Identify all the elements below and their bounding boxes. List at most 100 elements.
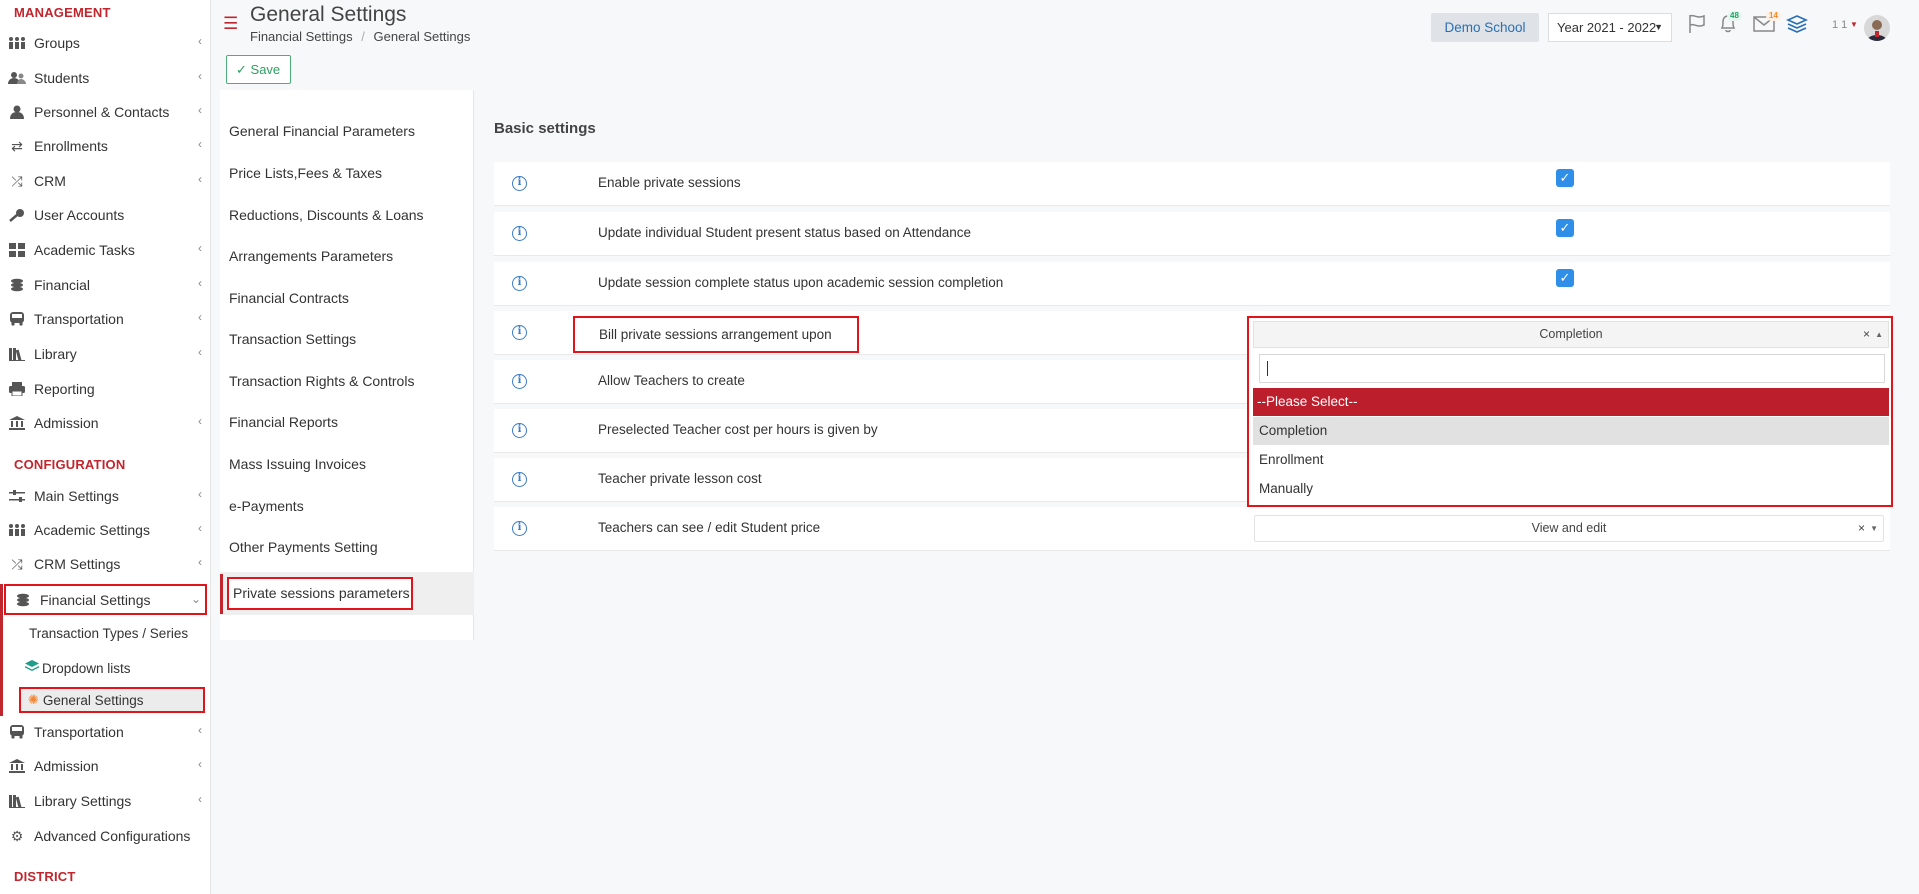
sidebar-subitem-general-settings[interactable]: ✺ General Settings <box>19 687 205 713</box>
bill-arrangement-select-highlight: Completion × ▲ --Please Select-- Complet… <box>1247 316 1893 507</box>
flag-icon[interactable] <box>1687 14 1707 37</box>
chevron-down-icon: ⌄ <box>190 592 201 606</box>
chevron-left-icon: ‹ <box>198 310 202 324</box>
info-icon[interactable]: i <box>512 325 527 340</box>
settings-menu-item[interactable]: Reductions, Discounts & Loans <box>229 207 424 223</box>
dropdown-option-completion[interactable]: Completion <box>1253 417 1889 445</box>
personnel-icon <box>8 104 26 120</box>
layers-add-icon[interactable] <box>1785 14 1809 37</box>
layers-icon <box>25 660 39 676</box>
sidebar-item-label: Reporting <box>34 381 95 397</box>
sidebar-item-admission-config[interactable]: Admission ‹ <box>0 751 210 781</box>
sidebar-item-financial-settings[interactable]: Financial Settings ⌄ <box>4 584 207 615</box>
info-icon[interactable]: i <box>512 521 527 536</box>
sidebar-item-groups[interactable]: Groups ‹ <box>0 28 210 58</box>
chevron-left-icon: ‹ <box>198 34 202 48</box>
sidebar-item-label: Advanced Configurations <box>34 828 191 844</box>
setting-label: Allow Teachers to create <box>598 373 745 388</box>
dropdown-option-manually[interactable]: Manually <box>1253 475 1889 503</box>
sidebar-item-admission[interactable]: Admission ‹ <box>0 408 210 438</box>
sidebar-item-transportation[interactable]: Transportation ‹ <box>0 304 210 334</box>
bill-arrangement-select[interactable]: Completion × ▲ <box>1253 321 1889 348</box>
coins-icon <box>8 277 26 293</box>
select-value: Completion <box>1539 327 1603 341</box>
sidebar-item-students[interactable]: Students ‹ <box>0 63 210 93</box>
sidebar-item-user-accounts[interactable]: User Accounts <box>0 200 210 230</box>
school-selector[interactable]: Demo School <box>1431 13 1539 42</box>
settings-menu-item[interactable]: Arrangements Parameters <box>229 248 393 264</box>
sidebar-item-label: Enrollments <box>34 138 108 154</box>
setting-label: Update individual Student present status… <box>598 225 972 240</box>
setting-row-enable-private-sessions: i Enable private sessions ✓ <box>494 162 1890 206</box>
breadcrumb-item: General Settings <box>373 29 471 44</box>
settings-menu-item[interactable]: Transaction Settings <box>229 331 356 347</box>
hamburger-menu-icon[interactable]: ☰ <box>223 14 238 34</box>
sliders-icon <box>8 488 26 504</box>
teacher-student-price-select[interactable]: View and edit × ▼ <box>1254 515 1884 542</box>
bill-private-sessions-label: Bill private sessions arrangement upon <box>573 316 859 353</box>
update-complete-status-checkbox[interactable]: ✓ <box>1556 269 1574 287</box>
info-icon[interactable]: i <box>512 276 527 291</box>
chevron-left-icon: ‹ <box>198 69 202 83</box>
sidebar-item-label: Admission <box>34 415 99 431</box>
avatar[interactable] <box>1864 15 1890 41</box>
sidebar-item-label: Library <box>34 346 77 362</box>
info-icon[interactable]: i <box>512 226 527 241</box>
sidebar-item-academic-settings[interactable]: Academic Settings ‹ <box>0 515 210 545</box>
settings-menu-item[interactable]: Financial Reports <box>229 414 338 430</box>
settings-menu-item[interactable]: Price Lists,Fees & Taxes <box>229 165 382 181</box>
info-icon[interactable]: i <box>512 176 527 191</box>
sidebar-item-advanced-configurations[interactable]: ⚙ Advanced Configurations <box>0 821 210 851</box>
clear-icon[interactable]: × <box>1863 322 1870 347</box>
enable-private-sessions-checkbox[interactable]: ✓ <box>1556 169 1574 187</box>
setting-label: Enable private sessions <box>598 175 741 190</box>
settings-menu-item[interactable]: Other Payments Setting <box>229 539 378 555</box>
sidebar-item-crm[interactable]: ⤮ CRM ‹ <box>0 166 210 196</box>
settings-menu-item[interactable]: Financial Contracts <box>229 290 349 306</box>
sidebar-item-financial[interactable]: Financial ‹ <box>0 270 210 300</box>
settings-menu-item[interactable]: General Financial Parameters <box>229 123 415 139</box>
sidebar-item-personnel[interactable]: Personnel & Contacts ‹ <box>0 97 210 127</box>
settings-menu-item[interactable]: Transaction Rights & Controls <box>229 373 414 389</box>
dropdown-search-input[interactable] <box>1259 354 1885 383</box>
save-button[interactable]: ✓ Save <box>226 55 291 84</box>
year-dropdown[interactable]: Year 2021 - 2022 ▼ <box>1548 13 1672 42</box>
clear-icon[interactable]: × <box>1858 516 1865 541</box>
gear-icon: ✺ <box>28 692 39 707</box>
sidebar-item-crm-settings[interactable]: ⤮ CRM Settings ‹ <box>0 549 210 579</box>
sidebar-item-label: Academic Settings <box>34 522 150 538</box>
user-name[interactable]: 1 1 <box>1832 19 1847 31</box>
breadcrumb-item[interactable]: Financial Settings <box>250 29 353 44</box>
sidebar-subitem-label: Transaction Types / Series <box>29 625 189 641</box>
settings-menu-item-private-sessions[interactable]: Private sessions parameters <box>227 577 413 610</box>
sidebar-item-transportation-config[interactable]: Transportation ‹ <box>0 717 210 747</box>
bus-icon <box>8 311 26 327</box>
info-icon[interactable]: i <box>512 423 527 438</box>
chevron-left-icon: ‹ <box>198 103 202 117</box>
info-icon[interactable]: i <box>512 374 527 389</box>
sidebar-item-library[interactable]: Library ‹ <box>0 339 210 369</box>
user-caret-icon[interactable]: ▼ <box>1850 20 1858 29</box>
setting-label: Teacher private lesson cost <box>598 471 762 486</box>
select-value: View and edit <box>1531 521 1607 535</box>
dropdown-option-please-select[interactable]: --Please Select-- <box>1253 388 1889 416</box>
sidebar-item-library-settings[interactable]: Library Settings ‹ <box>0 786 210 816</box>
info-icon[interactable]: i <box>512 472 527 487</box>
sidebar-item-label: Academic Tasks <box>34 242 135 258</box>
sidebar-subitem-dropdown-lists[interactable]: Dropdown lists <box>25 655 205 681</box>
sidebar-item-academic-tasks[interactable]: Academic Tasks ‹ <box>0 235 210 265</box>
sidebar-item-label: Personnel & Contacts <box>34 104 170 120</box>
library-icon <box>8 346 26 362</box>
sidebar-subitem-transaction-types[interactable]: Transaction Types / Series <box>29 620 209 646</box>
update-present-status-checkbox[interactable]: ✓ <box>1556 219 1574 237</box>
sidebar-item-main-settings[interactable]: Main Settings ‹ <box>0 481 210 511</box>
sidebar-item-reporting[interactable]: Reporting <box>0 374 210 404</box>
settings-menu-item[interactable]: Mass Issuing Invoices <box>229 456 366 472</box>
crm-icon: ⤮ <box>11 172 23 189</box>
chevron-left-icon: ‹ <box>198 555 202 569</box>
caret-down-icon: ▼ <box>1870 524 1878 533</box>
dropdown-option-enrollment[interactable]: Enrollment <box>1253 446 1889 474</box>
sidebar-item-enrollments[interactable]: ⇄ Enrollments ‹ <box>0 131 210 161</box>
gears-icon: ⚙ <box>10 827 24 844</box>
settings-menu-item[interactable]: e-Payments <box>229 498 304 514</box>
